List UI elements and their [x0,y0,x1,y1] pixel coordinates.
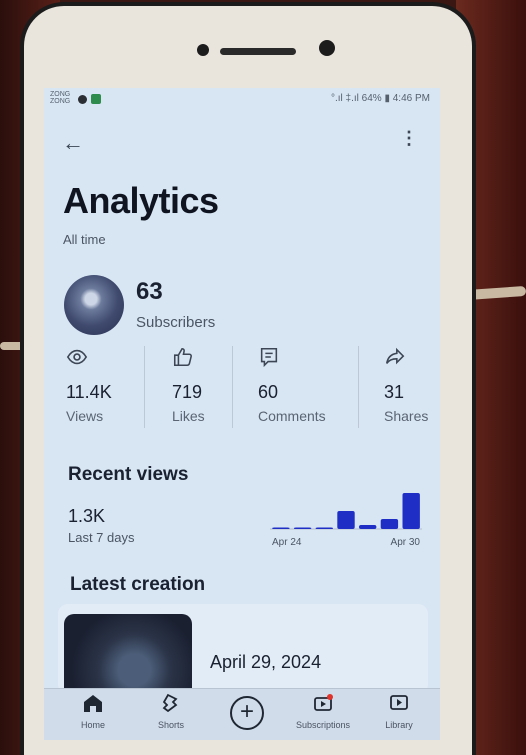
nav-label: Library [385,720,413,730]
chart-bars [272,493,420,529]
stat-label: Shares [384,408,429,424]
more-options-icon[interactable]: ⋮ [400,128,418,149]
nav-subscriptions[interactable]: Subscriptions [288,693,358,730]
stat-label: Likes [172,408,205,424]
recent-views-title: Recent views [68,464,189,485]
create-icon[interactable]: + [230,696,264,730]
stat-value: 719 [172,382,203,402]
divider [144,346,145,428]
stat-value: 31 [384,382,405,402]
subscriber-count: 63 [136,278,163,305]
nav-label: Shorts [157,720,184,730]
recent-views-value: 1.3K [68,506,106,526]
chart-bar-apr-30 [402,493,420,529]
divider [232,346,233,428]
nav-home[interactable]: Home [58,693,128,730]
comment-icon [260,347,278,368]
share-icon [385,347,405,365]
earpiece-speaker [220,48,296,55]
page-title: Analytics [63,180,219,221]
eye-icon [66,349,88,365]
notification-icon [91,94,101,104]
stat-label: Comments [258,408,326,424]
nav-library[interactable]: Library [364,693,434,730]
x-tick-end: Apr 30 [391,537,421,548]
latest-creation-title: Latest creation [70,574,206,595]
status-right: °.ıl ‡.ıl 64% ▮ 4:46 PM [331,93,430,104]
shorts-icon [162,693,178,713]
stats-row: 11.4K Views 719 Likes 60 Comments 31 Sha… [44,340,440,430]
channel-avatar[interactable] [64,275,124,335]
carrier-labels: ZONG ZONG [50,91,70,105]
back-arrow-icon[interactable]: ← [62,130,84,156]
creation-date: April 29, 2024 [210,652,322,672]
x-tick-start: Apr 24 [272,537,302,548]
subscriber-label: Subscribers [136,314,216,331]
phone-screen: ZONG ZONG °.ıl ‡.ıl 64% ▮ 4:46 PM ← ⋮ An… [44,88,440,740]
stat-label: Views [66,408,104,424]
recent-views-period: Last 7 days [68,530,135,545]
home-icon [84,695,102,712]
chart-bar-apr-27 [337,511,355,529]
stat-value: 60 [258,382,279,402]
nav-shorts[interactable]: Shorts [136,693,206,730]
chart-bar-apr-28 [359,525,377,529]
recent-views-chart[interactable]: Apr 24 Apr 30 [270,483,422,555]
chart-bar-apr-26 [315,527,333,529]
front-sensor [197,44,209,56]
thumbs-up-icon [173,347,192,367]
carrier-1: ZONG [50,91,71,98]
stat-value: 11.4K [66,382,112,402]
chart-bar-apr-29 [380,519,399,529]
chart-bar-apr-24 [272,527,290,529]
divider [358,346,359,428]
nav-label: Home [80,720,105,730]
front-camera [319,40,335,56]
period-label: All time [63,232,106,247]
messenger-icon [78,95,87,104]
chart-bar-apr-25 [293,527,312,529]
library-icon [390,695,408,710]
carrier-2: ZONG [50,98,71,105]
subscriptions-icon [314,694,333,711]
nav-label: Subscriptions [295,720,351,730]
status-bar: ZONG ZONG °.ıl ‡.ıl 64% ▮ 4:46 PM [44,88,440,110]
